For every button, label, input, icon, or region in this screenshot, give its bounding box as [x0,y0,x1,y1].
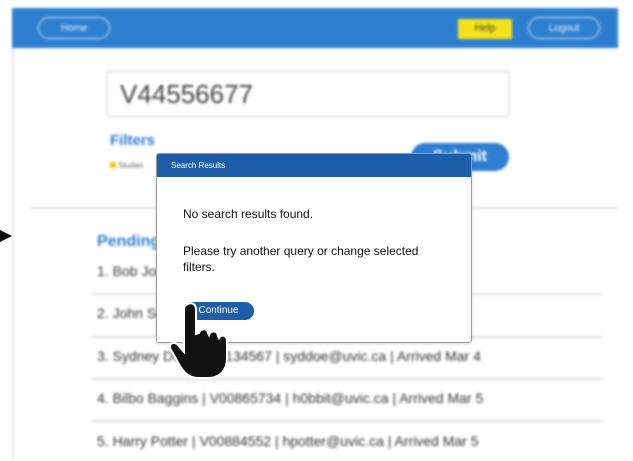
list-item[interactable]: 4. Bilbo Baggins | V00865734 | h0bbit@uv… [97,383,602,413]
filter-chip-label: Studen [118,161,144,170]
hand-pointer-icon [168,302,228,379]
filter-chip-student[interactable]: Studen [110,161,143,170]
dialog-title: Search Results [157,154,471,177]
list-item[interactable]: 5. Harry Potter | V00884552 | hpotter@uv… [97,426,602,456]
checkbox-icon [110,162,116,168]
logout-button[interactable]: Logout [528,17,600,39]
help-button[interactable]: Help [458,19,512,39]
top-navigation-bar: Home Help Logout [12,8,618,48]
search-input[interactable]: V44556677 [107,71,509,117]
arrow-right-icon [0,230,12,242]
filters-label: Filters [110,132,156,149]
left-border [12,48,14,461]
row-divider [92,420,602,422]
retry-hint: Please try another query or change selec… [183,244,419,274]
pending-title: Pending [97,233,161,250]
no-results-message: No search results found. [183,207,314,221]
home-button[interactable]: Home [38,17,110,39]
